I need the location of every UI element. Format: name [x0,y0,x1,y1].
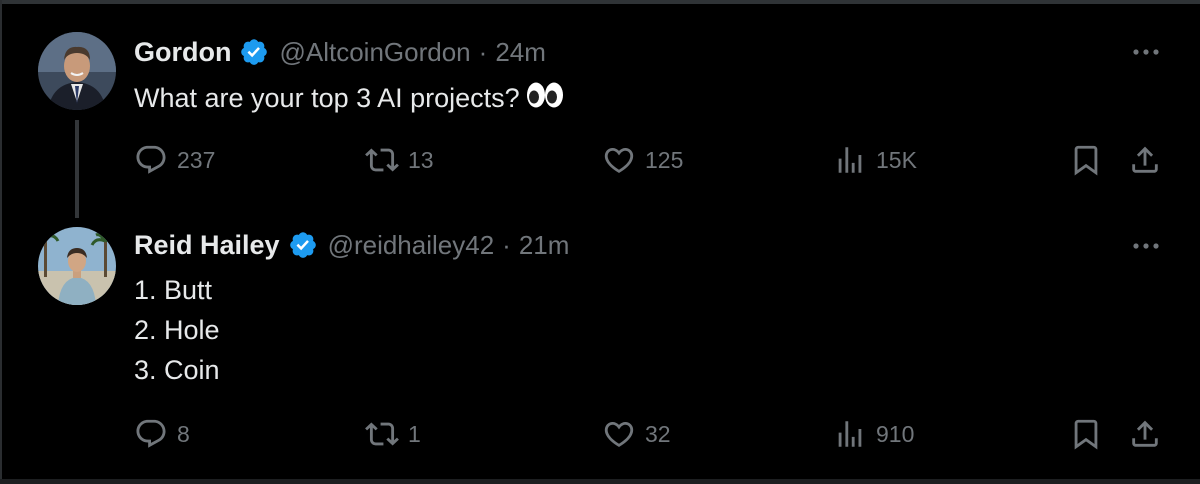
tweet-text-content: What are your top 3 AI projects? [134,83,520,113]
verified-badge-icon [239,37,269,67]
bottom-border [0,479,1200,484]
repost-button[interactable]: 1 [365,414,421,454]
repost-icon [365,148,399,172]
tweet-text: What are your top 3 AI projects? [134,78,564,120]
handle[interactable]: @reidhailey42 [328,230,495,261]
separator-dot: · [502,229,511,260]
tweet-text: 1. Butt 2. Hole 3. Coin [134,270,220,390]
reply-button[interactable]: 237 [134,140,215,180]
views-button[interactable]: 910 [833,414,914,454]
bookmark-button[interactable] [1069,414,1103,454]
display-name[interactable]: Reid Hailey [134,230,280,261]
views-count: 910 [876,420,915,447]
more-options-icon[interactable] [1128,40,1164,64]
bookmark-icon [1074,145,1098,176]
like-count: 125 [645,146,684,173]
views-button[interactable]: 15K [833,140,917,180]
reply-icon [136,145,166,174]
tweet-header: Reid Hailey @reidhailey42 · 21m [134,227,569,263]
share-icon [1132,146,1158,173]
bookmark-icon [1074,419,1098,450]
views-chart-icon [838,147,862,173]
more-options-icon[interactable] [1128,234,1164,258]
share-button[interactable] [1128,414,1162,454]
like-button[interactable]: 32 [602,414,671,454]
repost-count: 13 [408,146,434,173]
views-count: 15K [876,146,917,173]
display-name[interactable]: Gordon [134,37,231,68]
views-chart-icon [838,421,862,447]
repost-icon [365,422,399,446]
reply-count: 8 [177,420,190,447]
tweet-text-line: 3. Coin [134,355,220,385]
reply-icon [136,419,166,448]
like-heart-icon [604,421,634,447]
avatar[interactable] [38,32,116,110]
avatar[interactable] [38,227,116,305]
tweet-reid-hailey[interactable]: Reid Hailey @reidhailey42 · 21m 1. Butt … [0,215,1200,479]
timestamp[interactable]: 24m [495,37,546,68]
like-count: 32 [645,420,671,447]
repost-count: 1 [408,420,421,447]
bookmark-button[interactable] [1069,140,1103,180]
tweet-header: Gordon @AltcoinGordon · 24m [134,34,546,70]
timestamp[interactable]: 21m [519,230,570,261]
like-heart-icon [604,147,634,173]
reply-count: 237 [177,146,216,173]
reply-button[interactable]: 8 [134,414,190,454]
tweet-text-line: 1. Butt [134,275,213,305]
action-bar: 237 13 125 15K [0,140,1200,180]
tweet-gordon[interactable]: Gordon @AltcoinGordon · 24m What are you… [0,0,1200,218]
like-button[interactable]: 125 [602,140,683,180]
tweet-text-line: 2. Hole [134,315,220,345]
verified-badge-icon [288,230,318,260]
repost-button[interactable]: 13 [365,140,434,180]
action-bar: 8 1 32 910 [0,414,1200,454]
handle[interactable]: @AltcoinGordon [279,37,470,68]
separator-dot: · [478,36,488,67]
share-button[interactable] [1128,140,1162,180]
share-icon [1132,420,1158,447]
eyes-emoji [526,80,564,120]
